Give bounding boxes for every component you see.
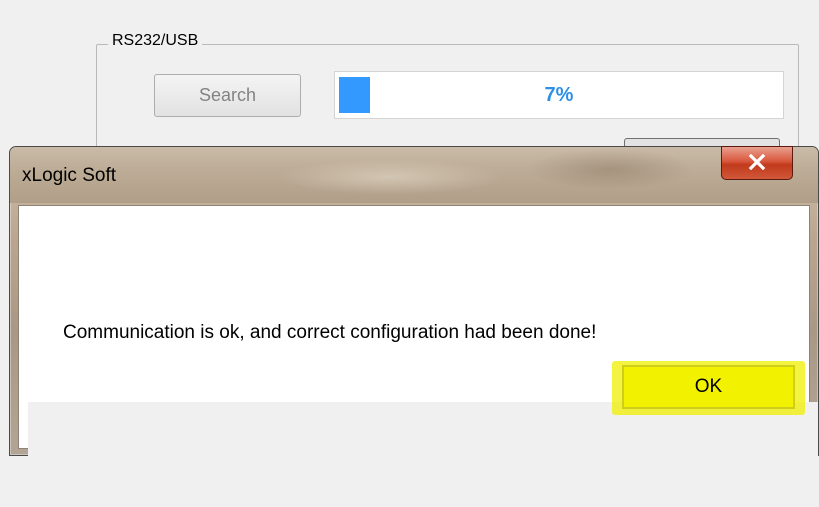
search-button[interactable]: Search [154, 74, 301, 117]
close-x-icon [748, 153, 766, 171]
groupbox-label: RS232/USB [108, 32, 203, 50]
dialog-titlebar[interactable]: xLogic Soft [10, 147, 818, 203]
dialog-title: xLogic Soft [22, 165, 116, 186]
dialog-button-area [28, 402, 818, 507]
close-button[interactable] [721, 146, 793, 180]
progress-text: 7% [544, 84, 574, 106]
dialog-message: Communication is ok, and correct configu… [63, 322, 597, 343]
ok-button[interactable]: OK [612, 361, 805, 415]
progress-bar: 7% [334, 71, 784, 119]
